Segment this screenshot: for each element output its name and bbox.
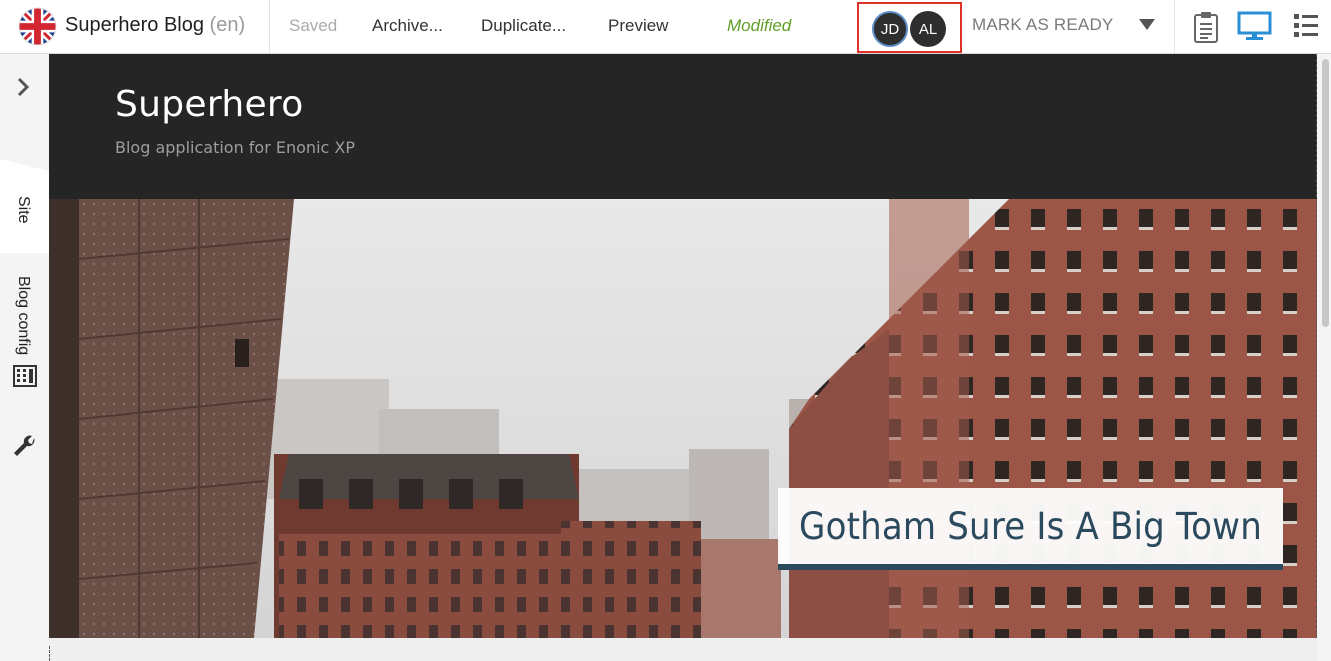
language-code: (en) [209,14,246,36]
toolbar-divider [1174,0,1175,53]
preview-bottom-strip [49,638,1317,661]
top-toolbar: Superhero Blog (en) Saved Archive... Dup… [0,0,1331,54]
wrench-icon[interactable] [13,435,37,459]
headline-box: Gotham Sure Is A Big Town [778,488,1283,570]
post-headline[interactable]: Gotham Sure Is A Big Town [798,488,1263,564]
chevron-down-icon[interactable] [1139,19,1155,30]
app-title: Superhero Blog (en) [65,14,245,37]
status-modified: Modified [727,16,792,35]
app-title-text: Superhero Blog [65,14,204,36]
city-photo [49,199,1317,638]
archive-button[interactable]: Archive... [372,16,443,36]
duplicate-button[interactable]: Duplicate... [481,16,566,36]
hero-image[interactable]: Gotham Sure Is A Big Town [49,199,1317,638]
avatar[interactable]: JD [872,11,908,47]
tab-blog-config-label: Blog config [15,276,32,356]
tab-site[interactable]: Site [0,159,49,253]
collaborators-group: JD AL [857,2,962,53]
clipboard-icon[interactable] [1193,10,1219,44]
app-title-area: Superhero Blog (en) [0,0,270,53]
context-sidebar: Site Blog config [0,54,49,661]
preview-button[interactable]: Preview [608,16,668,36]
grid-component-icon[interactable] [13,364,37,388]
tab-site-label: Site [15,196,32,224]
preview-border [49,646,50,661]
site-subtitle: Blog application for Enonic XP [115,138,355,157]
site-title[interactable]: Superhero [115,84,304,125]
avatar[interactable]: AL [910,11,946,47]
chevron-right-icon[interactable] [12,76,34,98]
desktop-icon[interactable] [1237,11,1272,41]
scrollbar-thumb[interactable] [1322,59,1329,327]
saved-button[interactable]: Saved [289,16,337,36]
site-header: Superhero Blog application for Enonic XP [49,54,1317,199]
mark-as-ready-button[interactable]: MARK AS READY [972,15,1113,35]
uk-flag-icon [18,7,57,46]
page-preview[interactable]: Superhero Blog application for Enonic XP [49,54,1317,638]
tab-blog-config[interactable]: Blog config [0,266,49,376]
list-icon[interactable] [1294,13,1318,39]
